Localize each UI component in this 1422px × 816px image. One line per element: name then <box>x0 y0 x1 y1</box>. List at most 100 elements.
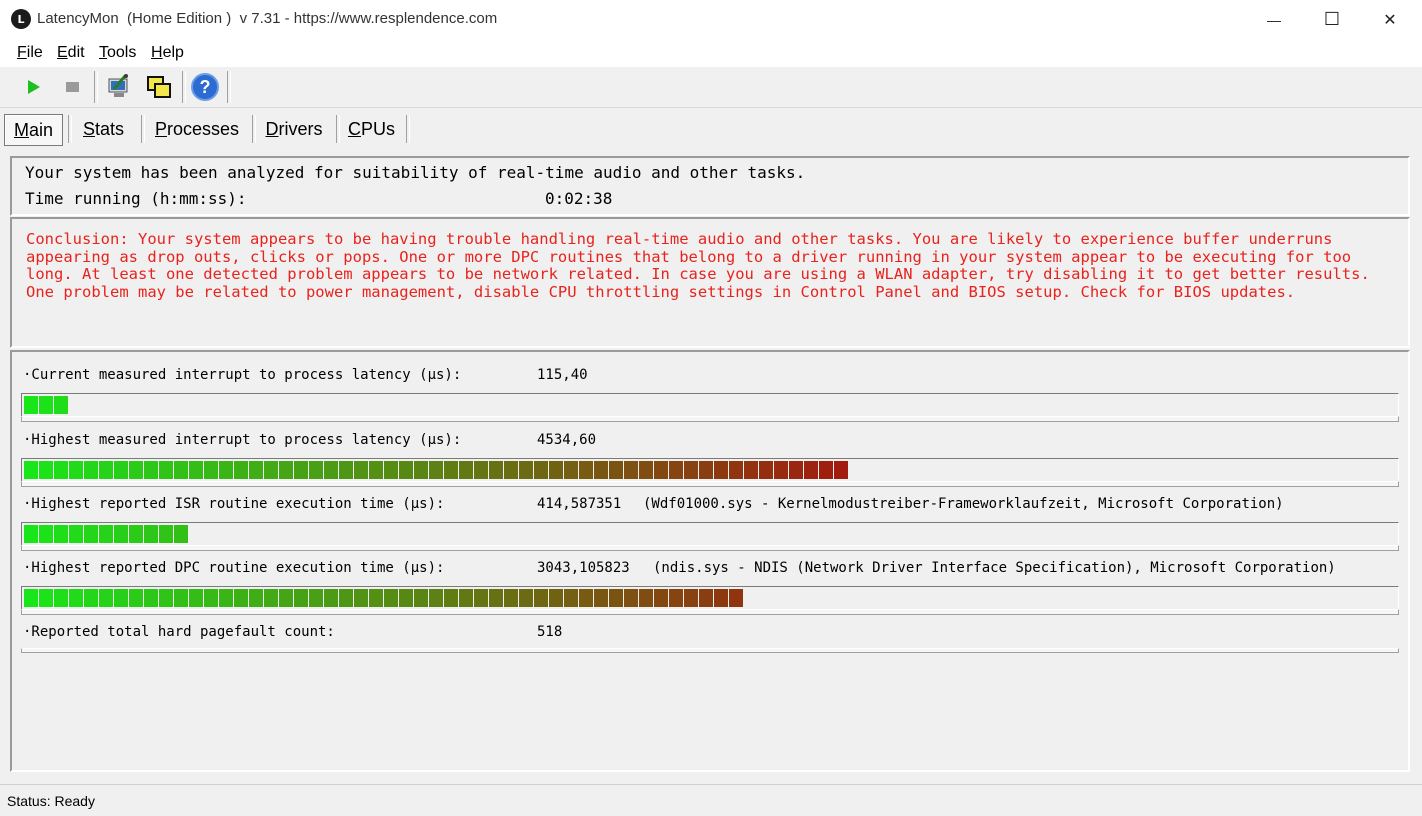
bar-segment <box>324 461 338 479</box>
svg-text:?: ? <box>200 77 211 97</box>
bar-segment <box>84 461 98 479</box>
close-button[interactable]: ✕ <box>1361 0 1419 39</box>
bar-segment <box>669 461 683 479</box>
bar-segment <box>699 589 713 607</box>
bar-segment <box>39 461 53 479</box>
bar-segment <box>414 461 428 479</box>
help-button[interactable]: ? <box>190 71 220 103</box>
bar-segment <box>489 461 503 479</box>
bar-segment <box>489 589 503 607</box>
bar-segment <box>264 461 278 479</box>
bar-segment <box>39 396 53 414</box>
bar-segment <box>414 589 428 607</box>
bar-segment <box>249 589 263 607</box>
bar-segment <box>24 461 38 479</box>
bar-segment <box>564 461 578 479</box>
bar-segment <box>234 589 248 607</box>
bar-segment <box>729 589 743 607</box>
bar-segment <box>114 589 128 607</box>
bar-segment <box>444 589 458 607</box>
bar-segment <box>579 589 593 607</box>
bar-segment <box>69 589 83 607</box>
bar-segment <box>639 461 653 479</box>
bar-segment <box>174 525 188 543</box>
bar-segment <box>189 589 203 607</box>
bar-segment <box>444 461 458 479</box>
maximize-button[interactable]: ☐ <box>1303 0 1361 39</box>
bar-segment <box>654 461 668 479</box>
bar-segment <box>159 589 173 607</box>
bar-segment <box>174 461 188 479</box>
menu-edit[interactable]: Edit <box>57 44 85 62</box>
bar-segment <box>594 461 608 479</box>
stop-button[interactable] <box>57 71 87 103</box>
inspect-button[interactable] <box>104 71 134 103</box>
bar-segment <box>114 525 128 543</box>
tab-separator <box>336 115 340 143</box>
metric-detail: (ndis.sys - NDIS (Network Driver Interfa… <box>653 560 1336 576</box>
menu-help[interactable]: Help <box>151 44 184 62</box>
bar-segment <box>474 461 488 479</box>
bar-segment <box>804 461 818 479</box>
bar-segment <box>339 461 353 479</box>
bar-segment <box>24 525 38 543</box>
metric-label: ·Highest measured interrupt to process l… <box>23 432 462 448</box>
bar-segment <box>174 589 188 607</box>
bar-segment <box>339 589 353 607</box>
windows-button[interactable] <box>144 71 174 103</box>
latency-bar <box>21 458 1399 487</box>
latency-bar <box>21 522 1399 551</box>
metric-value: 115,40 <box>537 367 588 383</box>
latency-bar <box>21 393 1399 422</box>
tab-cpus[interactable]: C PUs <box>344 114 399 144</box>
metric-label: ·Current measured interrupt to process l… <box>23 367 462 383</box>
tab-separator <box>141 115 145 143</box>
tab-stats[interactable]: Stats <box>76 114 131 144</box>
windows-icon <box>147 76 171 98</box>
bar-segment <box>384 589 398 607</box>
bar-segment <box>759 461 773 479</box>
maximize-icon: ☐ <box>1323 9 1341 29</box>
bar-segment <box>369 461 383 479</box>
tab-main[interactable]: Main <box>4 114 63 146</box>
bar-segment <box>204 589 218 607</box>
bar-segment <box>54 589 68 607</box>
bar-segment <box>84 525 98 543</box>
bar-segment <box>99 525 113 543</box>
bar-segment <box>624 589 638 607</box>
start-button[interactable] <box>18 71 48 103</box>
tab-separator <box>406 115 410 143</box>
bar-segment <box>309 461 323 479</box>
bar-segment <box>99 461 113 479</box>
bar-segment <box>129 525 143 543</box>
bar-segment <box>699 461 713 479</box>
bar-segment <box>249 461 263 479</box>
time-running-value: 0:02:38 <box>545 189 613 208</box>
menu-file[interactable]: File <box>17 44 43 62</box>
bar-segment <box>609 461 623 479</box>
tab-drivers[interactable]: Drivers <box>260 114 328 144</box>
metric-value: 3043,105823 <box>537 560 630 576</box>
bar-segment <box>39 525 53 543</box>
help-icon: ? <box>191 73 219 101</box>
title-bar: L LatencyMon (Home Edition ) v 7.31 - ht… <box>0 0 1422 39</box>
metric-value: 4534,60 <box>537 432 597 448</box>
tab-processes[interactable]: Processes <box>150 114 244 144</box>
tab-separator <box>68 115 72 143</box>
summary-line: Your system has been analyzed for suitab… <box>25 163 806 182</box>
bar-segment <box>39 589 53 607</box>
latency-bar <box>21 586 1399 615</box>
metric-label: ·Reported total hard pagefault count: <box>23 624 335 640</box>
bar-segment <box>654 589 668 607</box>
bar-segment <box>54 461 68 479</box>
menu-tools[interactable]: Tools <box>99 44 136 62</box>
bar-segment <box>294 589 308 607</box>
bar-segment <box>834 461 848 479</box>
bar-segment <box>189 461 203 479</box>
stop-icon <box>66 82 79 92</box>
bar-segment <box>84 589 98 607</box>
bar-segment <box>354 461 368 479</box>
bar-segment <box>594 589 608 607</box>
bar-segment <box>219 589 233 607</box>
minimize-button[interactable]: — <box>1245 0 1303 39</box>
